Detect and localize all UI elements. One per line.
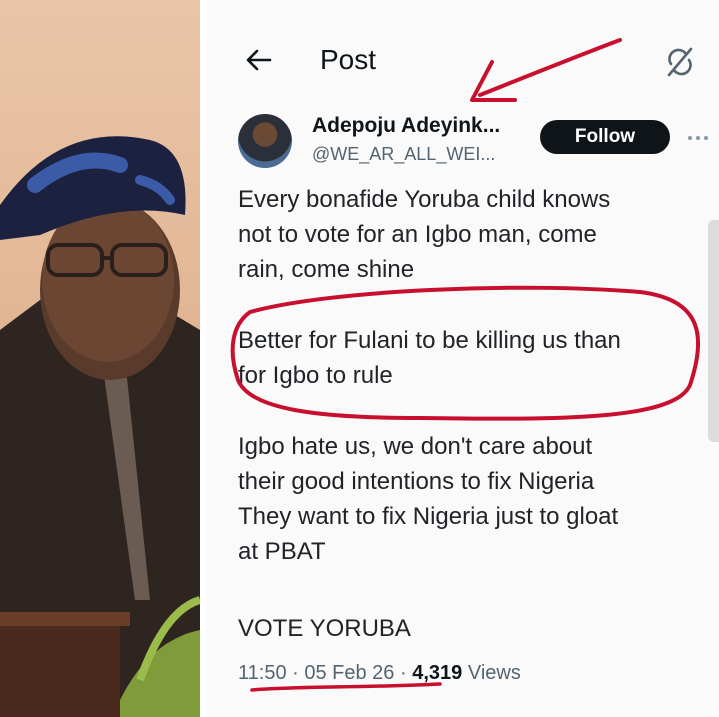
follow-button[interactable]: Follow <box>540 120 670 154</box>
sync-icon[interactable] <box>664 46 696 78</box>
post-paragraph-2: Better for Fulani to be killing us than … <box>238 323 708 393</box>
post-paragraph-1: Every bonafide Yoruba child knows not to… <box>238 182 708 287</box>
post-line: for Igbo to rule <box>238 362 393 389</box>
views-label: Views <box>462 662 521 684</box>
page-title: Post <box>320 44 377 75</box>
post-date[interactable]: 05 Feb 26 <box>304 662 394 684</box>
meta-separator: · <box>286 662 305 684</box>
post-screen: Post Adepoju Adeyink... @WE_AR_ALL_WEI..… <box>206 0 719 717</box>
post-line: They want to fix Nigeria just to gloat <box>238 503 619 530</box>
author-name[interactable]: Adepoju Adeyink... <box>312 114 500 138</box>
post-line: rain, come shine <box>238 256 415 283</box>
post-paragraph-4: VOTE YORUBA <box>238 611 708 646</box>
post-line: their good intentions to fix Nigeria <box>238 468 595 495</box>
post-line: Igbo hate us, we don't care about <box>238 433 593 460</box>
post-time[interactable]: 11:50 <box>238 662 287 684</box>
more-options-icon[interactable] <box>686 126 710 150</box>
post-line: VOTE YORUBA <box>238 615 411 642</box>
avatar[interactable] <box>238 114 292 168</box>
post-line: Every bonafide Yoruba child knows <box>238 186 611 213</box>
portrait-photo <box>0 0 200 717</box>
meta-separator: · <box>394 662 413 684</box>
post-meta: 11:50 · 05 Feb 26 · 4,319 Views <box>238 662 521 685</box>
author-handle[interactable]: @WE_AR_ALL_WEI... <box>312 144 495 165</box>
post-paragraph-3: Igbo hate us, we don't care about their … <box>238 429 708 569</box>
post-line: at PBAT <box>238 538 326 565</box>
views-count: 4,319 <box>412 662 463 684</box>
scrollbar[interactable] <box>708 220 719 442</box>
top-bar: Post <box>206 28 719 88</box>
post-line: not to vote for an Igbo man, come <box>238 221 597 248</box>
back-arrow-icon[interactable] <box>244 46 274 74</box>
post-line: Better for Fulani to be killing us than <box>238 327 621 354</box>
